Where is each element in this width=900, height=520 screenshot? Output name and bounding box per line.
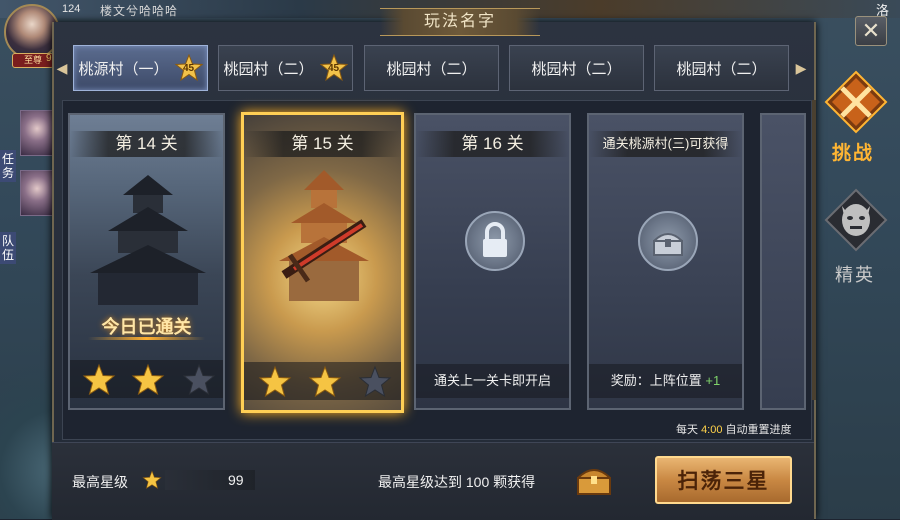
stage-card-14[interactable]: 第 14 关 今日已通关: [68, 113, 225, 410]
tab-village-1[interactable]: 桃源村（一） 45: [73, 45, 208, 91]
reward-value: +1: [705, 373, 721, 388]
tab-label: 桃园村（二）: [676, 60, 767, 78]
demon-mask-icon[interactable]: [824, 188, 888, 252]
tab-label: 桃园村（二）: [531, 60, 622, 78]
dialog-title: 玩法名字: [380, 8, 540, 36]
stage-title: 第 16 关: [416, 131, 569, 157]
lock-icon: [465, 211, 525, 271]
top-level-number: 124: [62, 3, 81, 15]
treasure-chest-icon[interactable]: [574, 462, 614, 496]
tab-village-2[interactable]: 桃园村（二） 45: [218, 45, 353, 91]
side-menu-rail: [812, 100, 816, 400]
party-member-avatar[interactable]: [20, 170, 54, 216]
star-filled-icon: [131, 363, 165, 396]
tab-label: 桃园村（二）: [223, 60, 314, 78]
star-filled-icon: [258, 365, 292, 398]
side-menu-elite[interactable]: 精英: [835, 261, 875, 287]
daily-suffix: 自动重置进度: [722, 424, 792, 436]
reward-label: 奖励：上阵位置: [610, 373, 702, 388]
reward-text: 奖励：上阵位置 +1: [589, 364, 742, 398]
tab-scroll-right-icon[interactable]: ▶: [795, 60, 807, 76]
tab-label: 桃园村（二）: [386, 60, 477, 78]
crossed-swords-icon[interactable]: [824, 70, 888, 134]
daily-reset-note: 每天 4:00 自动重置进度: [676, 421, 792, 437]
stage-card-16-locked[interactable]: 第 16 关 通关上一关卡即开启: [414, 113, 571, 410]
side-tab-team[interactable]: 队伍: [0, 232, 16, 264]
star-empty-icon: [358, 365, 392, 398]
reward-card-title: 通关桃源村(三)可获得: [589, 131, 742, 157]
stage-stars: [70, 360, 223, 398]
stage-stars: [244, 362, 401, 400]
party-member-avatar[interactable]: [20, 110, 54, 156]
vip-level: 9: [46, 53, 52, 64]
side-tab-task[interactable]: 任务: [0, 150, 16, 182]
tab-label: 桃源村（一）: [78, 60, 169, 78]
side-menu-challenge[interactable]: 挑战: [832, 138, 874, 165]
max-star-label: 最高星级: [72, 474, 128, 490]
tab-star-count: 45: [327, 62, 340, 74]
stage-reward-card[interactable]: 通关桃源村(三)可获得 奖励：上阵位置 +1: [587, 113, 744, 410]
cleared-glow-bar: [88, 337, 205, 340]
top-player-name: 楼文兮哈哈哈: [100, 4, 179, 18]
tab-star-badge: 45: [174, 54, 203, 82]
star-icon: [142, 470, 162, 489]
treasure-chest-icon: [638, 211, 698, 271]
star-filled-icon: [308, 365, 342, 398]
tab-star-badge: 45: [319, 54, 348, 82]
stage-card-15-selected[interactable]: 第 15 关: [241, 112, 404, 413]
max-star-value: 99: [228, 472, 244, 488]
stage-card-partial[interactable]: [760, 113, 806, 410]
star-reward-text: 最高星级达到 100 颗获得: [378, 474, 536, 490]
sweep-three-stars-button[interactable]: 扫荡三星: [655, 456, 792, 504]
tab-village-5[interactable]: 桃园村（二）: [654, 45, 789, 91]
star-empty-icon: [182, 363, 216, 396]
stage-title: 第 14 关: [70, 131, 223, 157]
castle-illustration: [90, 175, 206, 305]
stage-cleared-text: 今日已通关: [101, 317, 192, 337]
sword-icon: [281, 219, 367, 283]
tab-village-4[interactable]: 桃园村（二）: [509, 45, 644, 91]
daily-time: 4:00: [701, 424, 723, 436]
stage-unlock-hint: 通关上一关卡即开启: [416, 364, 569, 398]
stage-title: 第 15 关: [244, 131, 401, 157]
star-filled-icon: [82, 363, 116, 396]
tab-scroll-left-icon[interactable]: ◀: [56, 60, 68, 76]
tab-star-count: 45: [182, 62, 195, 74]
daily-prefix: 每天: [676, 424, 702, 436]
tab-village-3[interactable]: 桃园村（二）: [364, 45, 499, 91]
close-button[interactable]: ✕: [855, 16, 887, 46]
